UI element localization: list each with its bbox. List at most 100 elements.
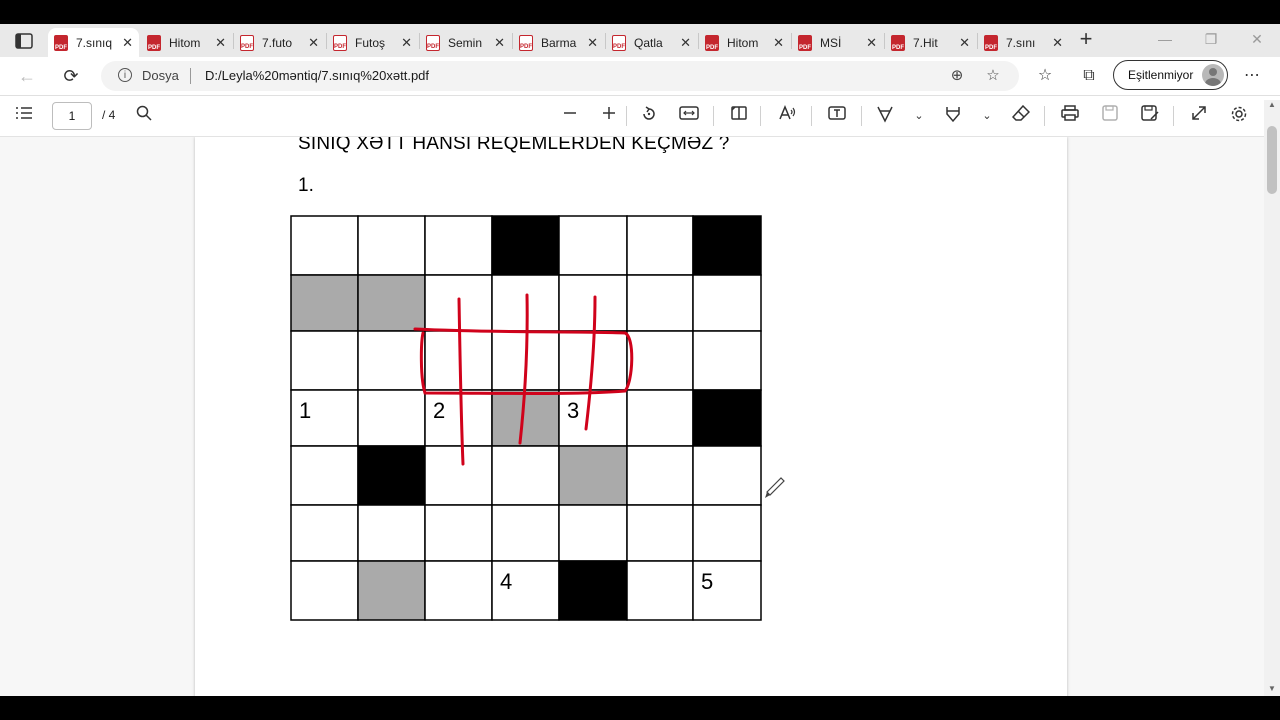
collections-icon[interactable]: ⧉ [1078,66,1100,86]
address-bar[interactable]: i Dosya D:/Leyla%20məntiq/7.sınıq%20xətt… [101,61,1019,91]
restore-button[interactable]: ❐ [1196,28,1226,50]
tab-5[interactable]: PDF Barma ✕ [513,28,604,57]
tab-label: 7.Hit [913,35,938,50]
scroll-down-arrow-icon[interactable]: ▼ [1268,684,1276,694]
pdf-file-icon: PDF [891,34,905,51]
toolbar-divider [713,106,714,126]
sync-status-label: Eşitlenmiyor [1128,68,1194,82]
pdf-page: SINIQ XƏTT HANSI REQEMLERDEN KEÇMƏZ ? 1.… [195,137,1067,696]
full-screen-icon[interactable] [1187,105,1211,127]
tab-label: 7.sını [1006,35,1036,50]
tab-6[interactable]: PDF Qatla ✕ [606,28,697,57]
table-of-contents-icon[interactable] [12,105,36,127]
more-menu-button[interactable]: ⋯ [1240,65,1264,87]
grid-cell-gray [357,560,426,621]
url-text[interactable]: D:/Leyla%20məntiq/7.sınıq%20xətt.pdf [205,68,429,83]
add-favorite-icon[interactable]: ☆ [983,66,1003,86]
site-label: Dosya [142,68,179,83]
read-aloud-icon[interactable] [775,105,799,127]
scroll-up-arrow-icon[interactable]: ▲ [1268,100,1276,110]
puzzle-grid: 1 2 3 4 5 [290,215,785,621]
page-view-icon[interactable] [727,105,751,127]
zoom-icon[interactable]: ⊕ [947,66,967,86]
zoom-out-icon[interactable] [558,105,582,127]
new-tab-button[interactable]: + [1074,28,1098,52]
pdf-file-icon: PDF [984,34,998,51]
tab-4[interactable]: PDF Semin ✕ [420,28,511,57]
add-text-icon[interactable] [825,105,849,127]
refresh-button[interactable]: ⟳ [58,64,84,88]
eraser-icon[interactable] [1009,104,1033,127]
sync-status-button[interactable]: Eşitlenmiyor [1113,60,1228,90]
tab-label: Hitom [169,35,201,50]
grid-cell-white [558,274,628,332]
grid-cell-black [558,560,628,621]
pdf-file-icon: PDF [612,34,626,51]
save-as-icon[interactable] [1138,105,1162,127]
tab-label: Futoş [355,35,386,50]
tab-close-icon[interactable]: ✕ [215,35,226,51]
grid-cell-white [491,274,560,332]
grid-cell-gray [357,274,426,332]
tab-9[interactable]: PDF 7.Hit ✕ [885,28,976,57]
close-window-button[interactable]: ✕ [1242,28,1272,50]
back-button[interactable]: ← [14,64,40,88]
favorites-icon[interactable]: ☆ [1034,66,1056,86]
draw-icon[interactable] [873,105,897,127]
grid-cell-white [290,560,359,621]
search-icon[interactable] [132,105,156,127]
tab-1[interactable]: PDF Hitom ✕ [141,28,232,57]
toolbar-divider [1044,106,1045,126]
pdf-file-icon: PDF [426,34,440,51]
tab-label: Hitom [727,35,759,50]
tab-8[interactable]: PDF MSİ ✕ [792,28,883,57]
highlight-icon[interactable] [941,105,965,127]
grid-cell-black [491,215,560,276]
tab-close-icon[interactable]: ✕ [587,35,598,51]
zoom-in-icon[interactable] [597,105,621,127]
pdf-file-icon: PDF [147,34,161,51]
grid-cell-white [290,215,359,276]
tab-close-icon[interactable]: ✕ [680,35,691,51]
grid-cell-white [357,504,426,562]
address-row: ← ⟳ i Dosya D:/Leyla%20məntiq/7.sınıq%20… [0,57,1280,96]
minimize-button[interactable]: — [1150,28,1180,50]
grid-cell-white [692,330,762,391]
fit-to-width-icon[interactable] [677,105,701,127]
tab-0[interactable]: PDF 7.sınıq ✕ [48,28,139,57]
toolbar-divider [861,106,862,126]
save-icon[interactable] [1098,105,1122,127]
tab-close-icon[interactable]: ✕ [122,35,133,51]
tab-3[interactable]: PDF Futoş ✕ [327,28,418,57]
rotate-icon[interactable] [637,105,661,127]
tab-close-icon[interactable]: ✕ [959,35,970,51]
page-number-input[interactable]: 1 [52,102,92,130]
grid-cell-white [626,389,694,447]
tab-close-icon[interactable]: ✕ [494,35,505,51]
tab-7[interactable]: PDF Hitom ✕ [699,28,790,57]
tab-2[interactable]: PDF 7.futo ✕ [234,28,325,57]
vertical-scrollbar[interactable]: ▲ ▼ [1264,100,1280,696]
pdf-viewer[interactable]: SINIQ XƏTT HANSI REQEMLERDEN KEÇMƏZ ? 1.… [0,137,1280,696]
grid-cell-white [424,445,493,506]
omnibox-divider [190,68,191,84]
tab-close-icon[interactable]: ✕ [401,35,412,51]
settings-gear-icon[interactable] [1227,105,1251,127]
print-icon[interactable] [1058,105,1082,127]
grid-cell-black [357,445,426,506]
pdf-file-icon: PDF [798,34,812,51]
highlight-options-chevron-icon[interactable]: ⌄ [975,105,999,127]
tab-close-icon[interactable]: ✕ [866,35,877,51]
grid-cell-gray [558,445,628,506]
tab-10[interactable]: PDF 7.sını ✕ [978,28,1069,57]
tab-close-icon[interactable]: ✕ [773,35,784,51]
scroll-thumb[interactable] [1267,126,1277,194]
draw-options-chevron-icon[interactable]: ⌄ [907,105,931,127]
grid-cell-white [626,560,694,621]
info-icon[interactable]: i [118,68,132,82]
tab-actions-button[interactable] [8,29,40,53]
tab-close-icon[interactable]: ✕ [1052,35,1063,51]
grid-cell-white [424,504,493,562]
tab-close-icon[interactable]: ✕ [308,35,319,51]
pdf-file-icon: PDF [705,34,719,51]
